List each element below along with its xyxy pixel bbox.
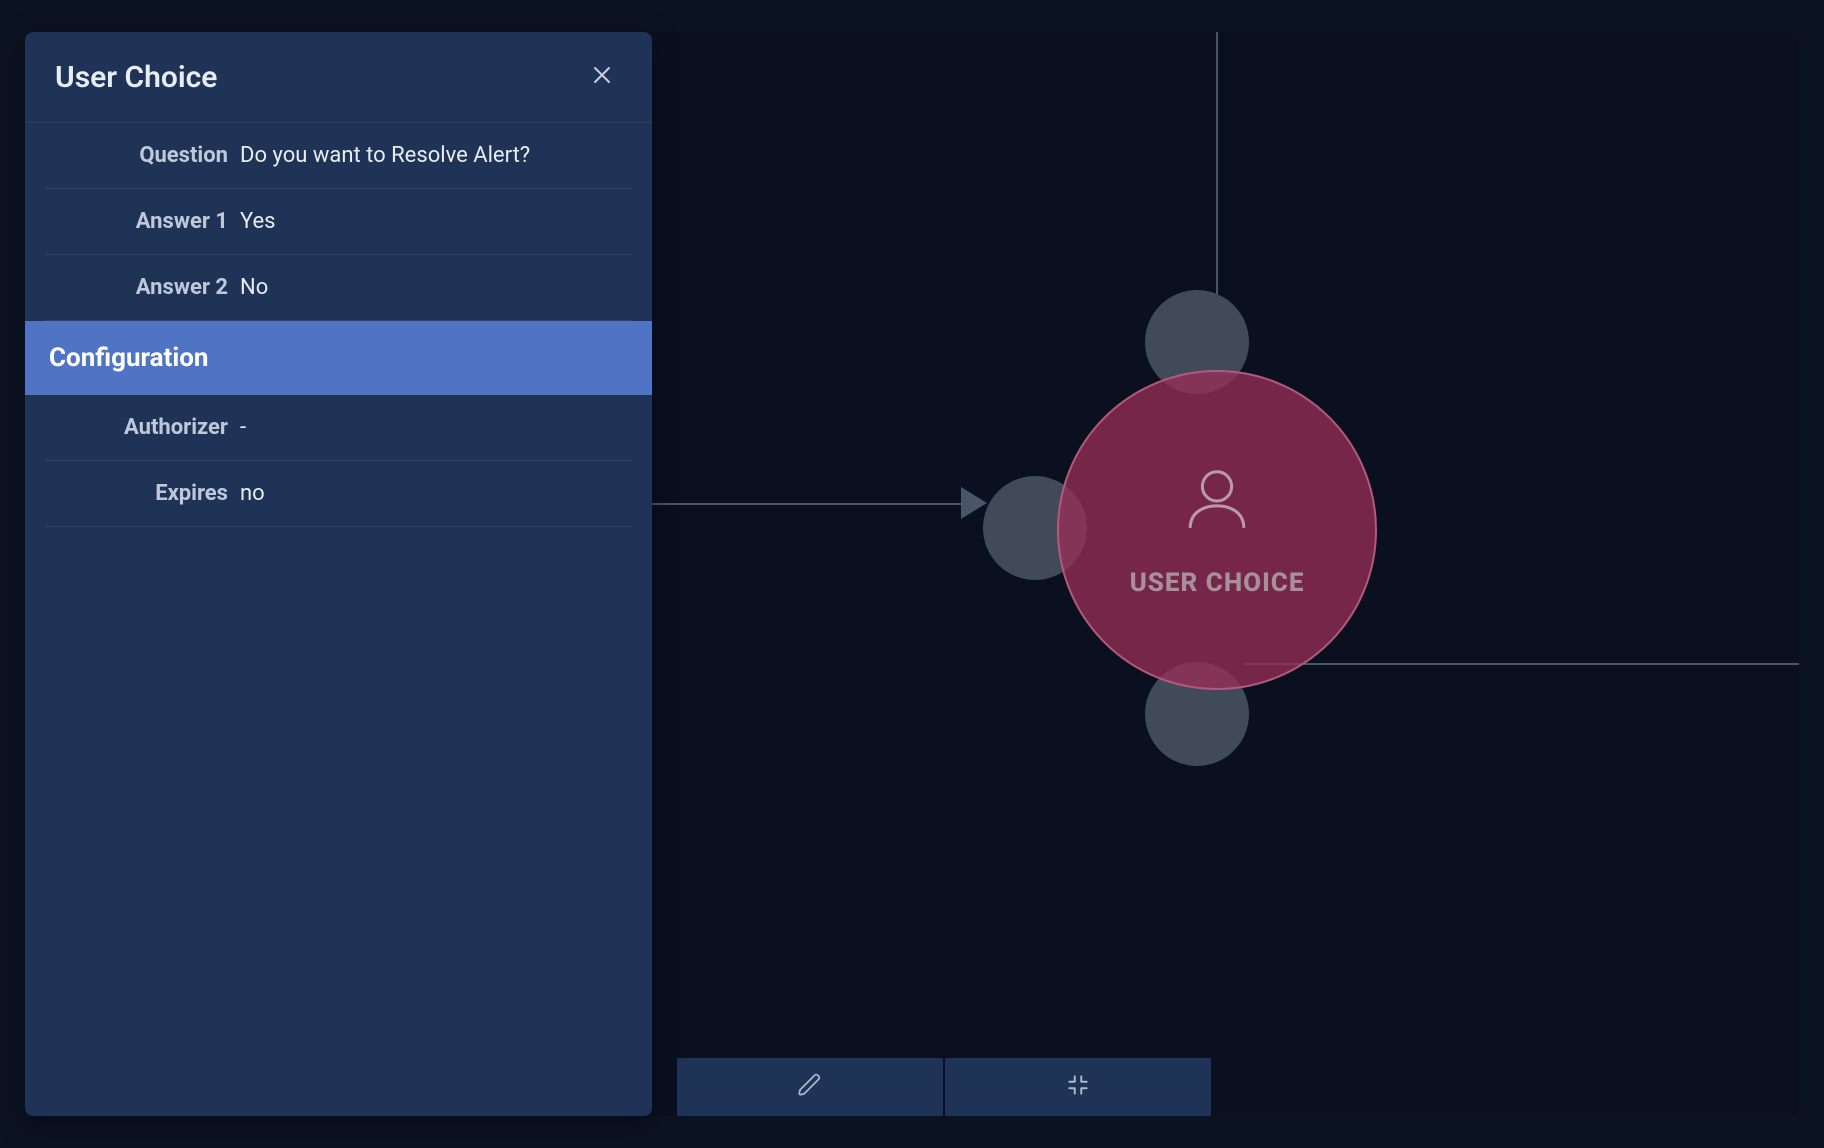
expires-value: no — [240, 481, 265, 506]
panel-body: Question Do you want to Resolve Alert? A… — [25, 123, 652, 527]
question-value: Do you want to Resolve Alert? — [240, 143, 530, 168]
edge-right — [1245, 663, 1799, 665]
app: USER CHOICE — [0, 0, 1824, 1148]
question-row: Question Do you want to Resolve Alert? — [45, 123, 632, 189]
configuration-group: Authorizer - Expires no — [25, 395, 652, 527]
answer-2-value: No — [240, 275, 268, 300]
question-label: Question — [45, 143, 240, 168]
authorizer-row: Authorizer - — [45, 395, 632, 461]
panel-header: User Choice — [25, 32, 652, 123]
user-choice-node[interactable]: USER CHOICE — [1057, 370, 1377, 690]
answer-1-row: Answer 1 Yes — [45, 189, 632, 255]
collapse-button[interactable] — [945, 1058, 1211, 1116]
collapse-icon — [1065, 1072, 1091, 1102]
expires-row: Expires no — [45, 461, 632, 527]
user-icon — [1178, 462, 1256, 544]
answer-2-row: Answer 2 No — [45, 255, 632, 321]
expires-label: Expires — [45, 481, 240, 506]
arrow-into-node-icon — [961, 487, 987, 519]
node-label: USER CHOICE — [1130, 568, 1305, 598]
question-group: Question Do you want to Resolve Alert? A… — [25, 123, 652, 321]
pencil-icon — [797, 1072, 823, 1102]
close-panel-button[interactable] — [582, 57, 622, 97]
close-icon — [590, 63, 614, 91]
configuration-section-header[interactable]: Configuration — [25, 321, 652, 395]
canvas-bottom-toolbar — [677, 1058, 1211, 1116]
authorizer-label: Authorizer — [45, 415, 240, 440]
answer-2-label: Answer 2 — [45, 275, 240, 300]
answer-1-label: Answer 1 — [45, 209, 240, 234]
authorizer-value: - — [240, 415, 246, 440]
edge-top — [1216, 32, 1218, 319]
edit-button[interactable] — [677, 1058, 943, 1116]
answer-1-value: Yes — [240, 209, 276, 234]
details-panel: User Choice Question Do you want to Reso… — [25, 32, 652, 1116]
panel-title: User Choice — [55, 60, 217, 95]
